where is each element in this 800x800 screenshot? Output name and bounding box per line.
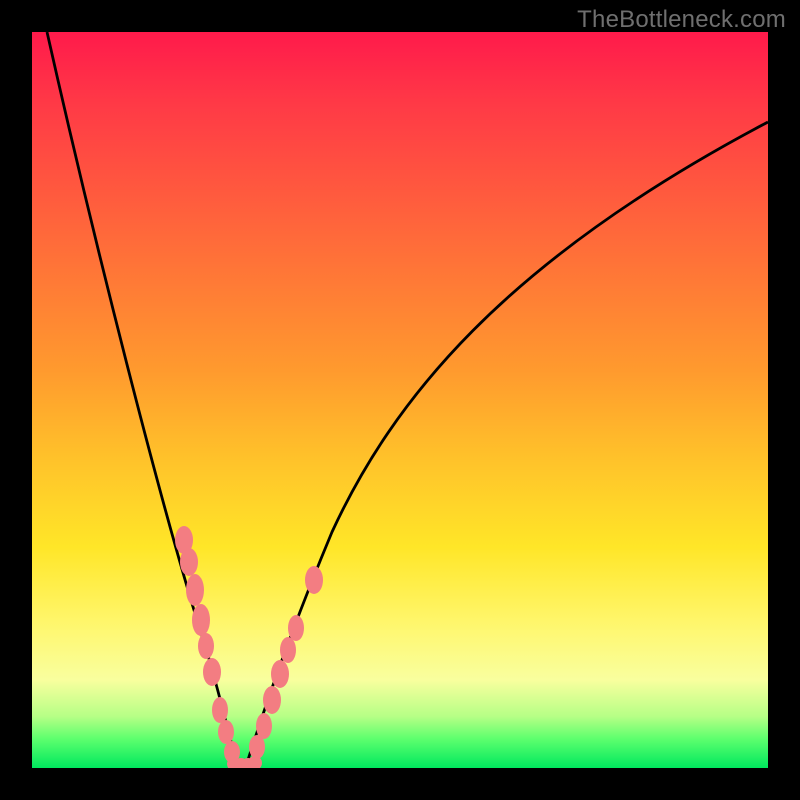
watermark-text: TheBottleneck.com [577, 6, 786, 34]
plot-area [32, 32, 768, 768]
highlight-dots-right [249, 566, 323, 759]
chart-frame: TheBottleneck.com [0, 0, 800, 800]
bottleneck-curve [47, 32, 768, 766]
chart-svg [32, 32, 768, 768]
highlight-dots-left [175, 526, 240, 763]
